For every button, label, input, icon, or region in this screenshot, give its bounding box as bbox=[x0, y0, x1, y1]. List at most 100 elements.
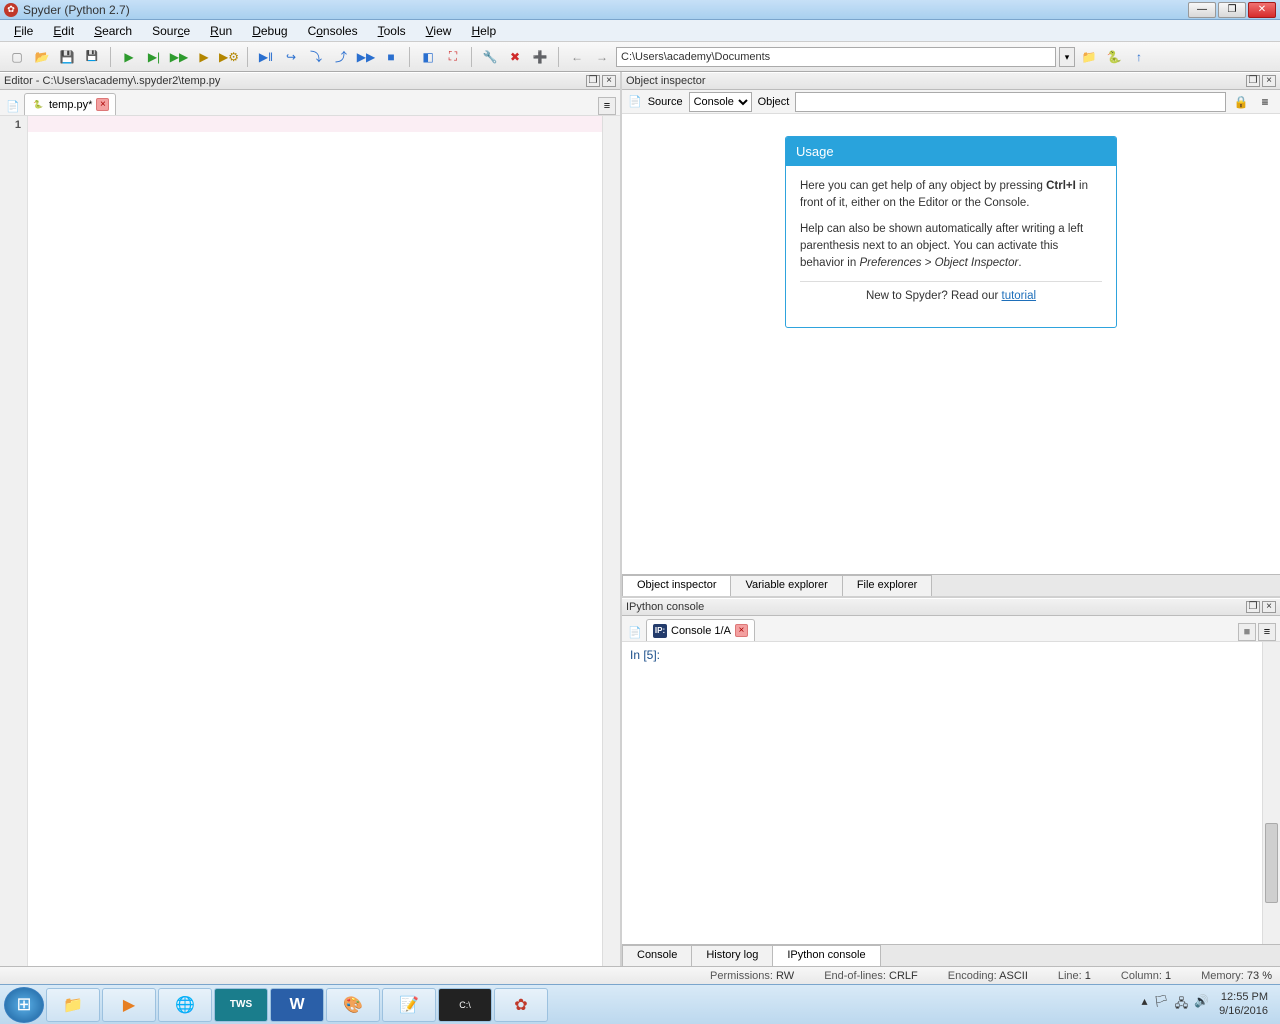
code-area[interactable] bbox=[28, 116, 602, 966]
editor-scrollbar[interactable] bbox=[602, 116, 620, 966]
taskbar-chrome[interactable]: 🌐 bbox=[158, 988, 212, 1022]
preferences-button[interactable]: 🔧 bbox=[479, 46, 501, 68]
nav-back-button[interactable]: ← bbox=[566, 46, 588, 68]
object-inspector-title: Object inspector bbox=[626, 75, 705, 87]
debug-pause-button[interactable]: ▶‖ bbox=[255, 46, 277, 68]
menu-help[interactable]: Help bbox=[461, 22, 506, 40]
tray-clock[interactable]: 12:55 PM 9/16/2016 bbox=[1219, 991, 1268, 1017]
debug-continue-button[interactable]: ▶▶ bbox=[355, 46, 377, 68]
close-button[interactable]: ✕ bbox=[1248, 2, 1276, 18]
tray-network-icon[interactable]: 🖧 bbox=[1175, 994, 1188, 1015]
tray-flag-icon[interactable]: 🏳 bbox=[1153, 994, 1168, 1015]
status-encoding: Encoding: ASCII bbox=[948, 970, 1028, 982]
console-options-button[interactable]: ≡ bbox=[1258, 623, 1276, 641]
start-button[interactable]: ⊞ bbox=[4, 987, 44, 1023]
source-select[interactable]: Console bbox=[689, 92, 752, 112]
debug-step-out-button[interactable]: ⤴ bbox=[330, 46, 352, 68]
editor-close-button[interactable]: × bbox=[602, 75, 616, 87]
tab-variable-explorer[interactable]: Variable explorer bbox=[730, 575, 842, 596]
run-cell-button[interactable]: ▶| bbox=[143, 46, 165, 68]
save-button[interactable]: 💾 bbox=[56, 46, 78, 68]
editor-tab-row: 📄 🐍 temp.py* × ≡ bbox=[0, 90, 620, 116]
add-path-button[interactable]: ➕ bbox=[529, 46, 551, 68]
console-close-button[interactable]: × bbox=[1262, 601, 1276, 613]
scrollbar-thumb[interactable] bbox=[1265, 823, 1278, 903]
debug-step-button[interactable]: ↪ bbox=[280, 46, 302, 68]
menu-consoles[interactable]: Consoles bbox=[298, 22, 368, 40]
close-console-tab-icon[interactable]: × bbox=[735, 624, 748, 637]
console-browse-tabs-icon[interactable]: 📄 bbox=[626, 623, 644, 641]
editor-tab-temp[interactable]: 🐍 temp.py* × bbox=[24, 93, 116, 115]
taskbar-file-explorer[interactable]: 📁 bbox=[46, 988, 100, 1022]
editor-options-button[interactable]: ≡ bbox=[598, 97, 616, 115]
source-icon: 📄 bbox=[628, 95, 642, 108]
tray-icons[interactable]: ▴ 🏳 🖧 🔊 bbox=[1141, 994, 1209, 1015]
console-body[interactable]: In [5]: bbox=[622, 642, 1280, 944]
close-tab-icon[interactable]: × bbox=[96, 98, 109, 111]
menu-source[interactable]: Source bbox=[142, 22, 200, 40]
tab-object-inspector[interactable]: Object inspector bbox=[622, 575, 731, 596]
editor-undock-button[interactable]: ❐ bbox=[586, 75, 600, 87]
minimize-button[interactable]: — bbox=[1188, 2, 1216, 18]
menu-tools[interactable]: Tools bbox=[368, 22, 416, 40]
python-path-button[interactable]: ✖ bbox=[504, 46, 526, 68]
taskbar-spyder[interactable]: ✿ bbox=[494, 988, 548, 1022]
window-title: Spyder (Python 2.7) bbox=[23, 3, 130, 17]
taskbar-paint[interactable]: 🎨 bbox=[326, 988, 380, 1022]
editor-body[interactable]: 1 bbox=[0, 116, 620, 966]
inspector-close-button[interactable]: × bbox=[1262, 75, 1276, 87]
debug-run-button[interactable]: ▶⚙ bbox=[218, 46, 240, 68]
console-scrollbar[interactable] bbox=[1262, 642, 1280, 944]
new-file-button[interactable]: ▢ bbox=[6, 46, 28, 68]
tab-ipython-console[interactable]: IPython console bbox=[772, 945, 880, 966]
parent-dir-button[interactable]: 🐍 bbox=[1103, 46, 1125, 68]
menu-debug[interactable]: Debug bbox=[242, 22, 297, 40]
taskbar-cmd[interactable]: C:\ bbox=[438, 988, 492, 1022]
console-stop-button[interactable]: ■ bbox=[1238, 623, 1256, 641]
inspector-options-button[interactable]: ≡ bbox=[1256, 93, 1274, 111]
browse-folder-button[interactable]: 📁 bbox=[1078, 46, 1100, 68]
ipython-title: IPython console bbox=[626, 601, 704, 613]
taskbar-notepad[interactable]: 📝 bbox=[382, 988, 436, 1022]
working-directory-input[interactable] bbox=[616, 47, 1056, 67]
maximize-pane-button[interactable]: ◧ bbox=[417, 46, 439, 68]
open-file-button[interactable]: 📂 bbox=[31, 46, 53, 68]
usage-card: Usage Here you can get help of any objec… bbox=[785, 136, 1117, 328]
run-selection-button[interactable]: ▶ bbox=[193, 46, 215, 68]
menubar: File Edit Search Source Run Debug Consol… bbox=[0, 20, 1280, 42]
tab-file-explorer[interactable]: File explorer bbox=[842, 575, 933, 596]
inspector-lock-button[interactable]: 🔒 bbox=[1232, 93, 1250, 111]
console-undock-button[interactable]: ❐ bbox=[1246, 601, 1260, 613]
taskbar-word[interactable]: W bbox=[270, 988, 324, 1022]
editor-browse-tabs-icon[interactable]: 📄 bbox=[4, 97, 22, 115]
taskbar-tws[interactable]: TWS bbox=[214, 988, 268, 1022]
debug-step-into-button[interactable]: ⤵ bbox=[305, 46, 327, 68]
save-all-button[interactable]: 💾 bbox=[81, 46, 103, 68]
debug-stop-button[interactable]: ■ bbox=[380, 46, 402, 68]
usage-paragraph-2: Help can also be shown automatically aft… bbox=[800, 221, 1102, 271]
menu-search[interactable]: Search bbox=[84, 22, 142, 40]
menu-run[interactable]: Run bbox=[200, 22, 242, 40]
inspector-undock-button[interactable]: ❐ bbox=[1246, 75, 1260, 87]
object-input[interactable] bbox=[795, 92, 1226, 112]
menu-edit[interactable]: Edit bbox=[43, 22, 84, 40]
tab-console[interactable]: Console bbox=[622, 945, 692, 966]
up-dir-button[interactable]: ↑ bbox=[1128, 46, 1150, 68]
fullscreen-button[interactable]: ⛶ bbox=[442, 46, 464, 68]
menu-file[interactable]: File bbox=[4, 22, 43, 40]
run-cell-advance-button[interactable]: ▶▶ bbox=[168, 46, 190, 68]
status-eol: End-of-lines: CRLF bbox=[824, 970, 918, 982]
maximize-button[interactable]: ❐ bbox=[1218, 2, 1246, 18]
tab-history-log[interactable]: History log bbox=[691, 945, 773, 966]
run-button[interactable]: ▶ bbox=[118, 46, 140, 68]
menu-view[interactable]: View bbox=[416, 22, 462, 40]
console-tab-1a[interactable]: IP: Console 1/A × bbox=[646, 619, 755, 641]
nav-forward-button[interactable]: → bbox=[591, 46, 613, 68]
tray-expand-icon[interactable]: ▴ bbox=[1141, 994, 1147, 1015]
working-directory-dropdown[interactable]: ▾ bbox=[1059, 47, 1075, 67]
tutorial-link[interactable]: tutorial bbox=[1002, 290, 1037, 302]
ipython-console-panel: IPython console ❐ × 📄 IP: Console 1/A × … bbox=[622, 596, 1280, 966]
taskbar-media-player[interactable]: ▶ bbox=[102, 988, 156, 1022]
tray-volume-icon[interactable]: 🔊 bbox=[1194, 994, 1209, 1015]
status-permissions: Permissions: RW bbox=[710, 970, 794, 982]
